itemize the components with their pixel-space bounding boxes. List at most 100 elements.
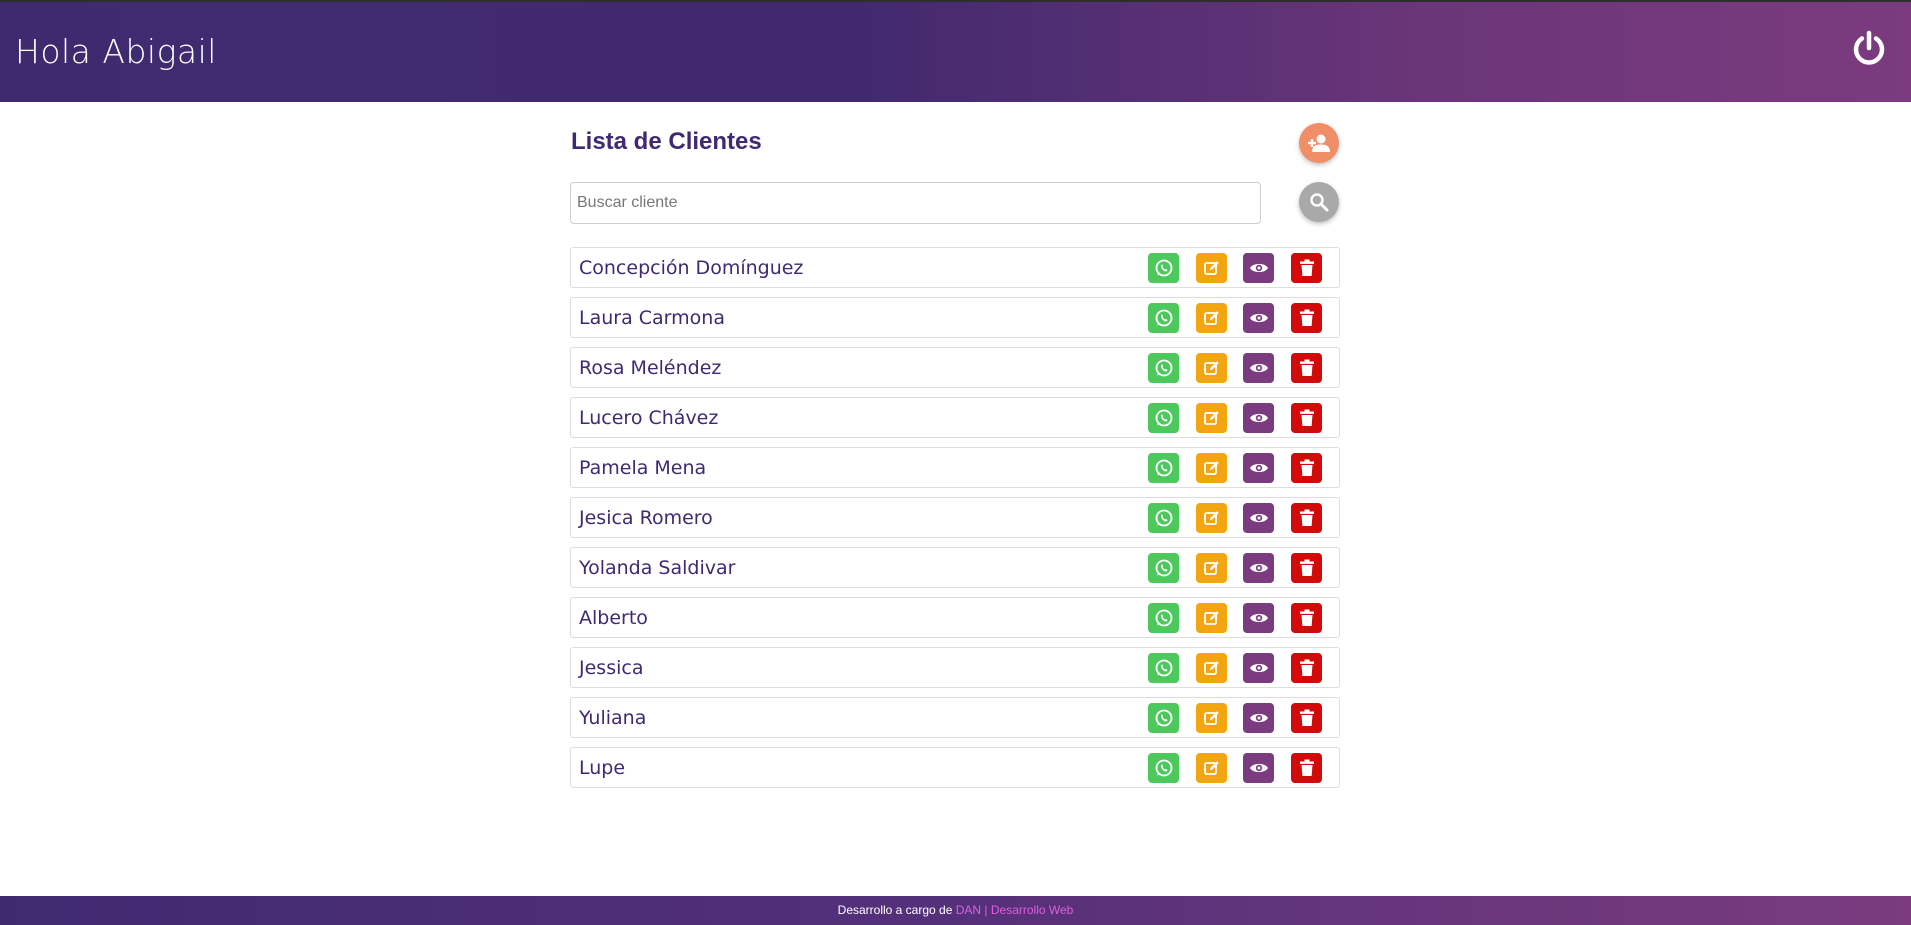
edit-button[interactable] [1196,553,1227,583]
client-row: Lupe [570,747,1340,788]
client-row: Yuliana [570,697,1340,738]
trash-icon [1299,759,1315,777]
delete-button[interactable] [1291,353,1322,383]
delete-button[interactable] [1291,503,1322,533]
whatsapp-button[interactable] [1148,553,1179,583]
delete-button[interactable] [1291,603,1322,633]
delete-button[interactable] [1291,303,1322,333]
delete-button[interactable] [1291,553,1322,583]
add-client-button[interactable] [1299,123,1339,163]
edit-button[interactable] [1196,603,1227,633]
whatsapp-button[interactable] [1148,653,1179,683]
client-name: Yuliana [579,707,647,729]
client-name: Alberto [579,607,648,629]
trash-icon [1299,309,1315,327]
whatsapp-button[interactable] [1148,753,1179,783]
whatsapp-button[interactable] [1148,253,1179,283]
eye-icon [1249,261,1269,275]
edit-button[interactable] [1196,653,1227,683]
logout-button[interactable] [1851,30,1887,68]
trash-icon [1299,559,1315,577]
edit-button[interactable] [1196,753,1227,783]
client-row: Jessica [570,647,1340,688]
whatsapp-icon [1154,558,1174,578]
whatsapp-button[interactable] [1148,503,1179,533]
edit-icon [1203,459,1221,477]
search-button[interactable] [1299,182,1339,222]
delete-button[interactable] [1291,653,1322,683]
search-input[interactable] [570,182,1261,224]
trash-icon [1299,659,1315,677]
view-button[interactable] [1243,253,1274,283]
greeting-text: Hola Abigail [15,32,217,71]
whatsapp-icon [1154,758,1174,778]
eye-icon [1249,611,1269,625]
edit-button[interactable] [1196,303,1227,333]
client-row: Pamela Mena [570,447,1340,488]
edit-icon [1203,559,1221,577]
client-name: Yolanda Saldivar [579,557,736,579]
whatsapp-button[interactable] [1148,403,1179,433]
view-button[interactable] [1243,353,1274,383]
delete-button[interactable] [1291,703,1322,733]
client-row: Lucero Chávez [570,397,1340,438]
edit-button[interactable] [1196,403,1227,433]
edit-button[interactable] [1196,453,1227,483]
whatsapp-icon [1154,508,1174,528]
delete-button[interactable] [1291,753,1322,783]
eye-icon [1249,761,1269,775]
client-name: Laura Carmona [579,307,725,329]
whatsapp-icon [1154,608,1174,628]
edit-icon [1203,509,1221,527]
delete-button[interactable] [1291,403,1322,433]
trash-icon [1299,459,1315,477]
client-row: Jesica Romero [570,497,1340,538]
delete-button[interactable] [1291,453,1322,483]
whatsapp-icon [1154,308,1174,328]
view-button[interactable] [1243,403,1274,433]
delete-button[interactable] [1291,253,1322,283]
whatsapp-button[interactable] [1148,303,1179,333]
view-button[interactable] [1243,303,1274,333]
whatsapp-icon [1154,358,1174,378]
client-name: Pamela Mena [579,457,707,479]
footer-web-link[interactable]: Desarrollo Web [991,903,1073,917]
trash-icon [1299,409,1315,427]
top-bar: Hola Abigail [0,0,1911,102]
whatsapp-icon [1154,458,1174,478]
edit-icon [1203,709,1221,727]
edit-icon [1203,409,1221,427]
footer-brand-link[interactable]: DAN [956,903,981,917]
view-button[interactable] [1243,503,1274,533]
client-row: Rosa Meléndez [570,347,1340,388]
whatsapp-icon [1154,658,1174,678]
edit-button[interactable] [1196,503,1227,533]
edit-icon [1203,759,1221,777]
view-button[interactable] [1243,453,1274,483]
view-button[interactable] [1243,553,1274,583]
eye-icon [1249,661,1269,675]
whatsapp-button[interactable] [1148,353,1179,383]
view-button[interactable] [1243,753,1274,783]
view-button[interactable] [1243,603,1274,633]
view-button[interactable] [1243,653,1274,683]
trash-icon [1299,359,1315,377]
whatsapp-button[interactable] [1148,703,1179,733]
edit-button[interactable] [1196,353,1227,383]
edit-icon [1203,359,1221,377]
client-row: Yolanda Saldivar [570,547,1340,588]
client-list: Concepción Domínguez Laura Carmona Rosa Me… [570,247,1340,797]
view-button[interactable] [1243,703,1274,733]
whatsapp-button[interactable] [1148,453,1179,483]
edit-button[interactable] [1196,703,1227,733]
eye-icon [1249,461,1269,475]
edit-icon [1203,609,1221,627]
add-user-icon [1308,134,1330,152]
footer: Desarrollo a cargo de DAN | Desarrollo W… [0,896,1911,925]
edit-icon [1203,659,1221,677]
power-icon [1853,30,1885,65]
client-name: Jesica Romero [579,507,713,529]
trash-icon [1299,509,1315,527]
whatsapp-button[interactable] [1148,603,1179,633]
edit-button[interactable] [1196,253,1227,283]
